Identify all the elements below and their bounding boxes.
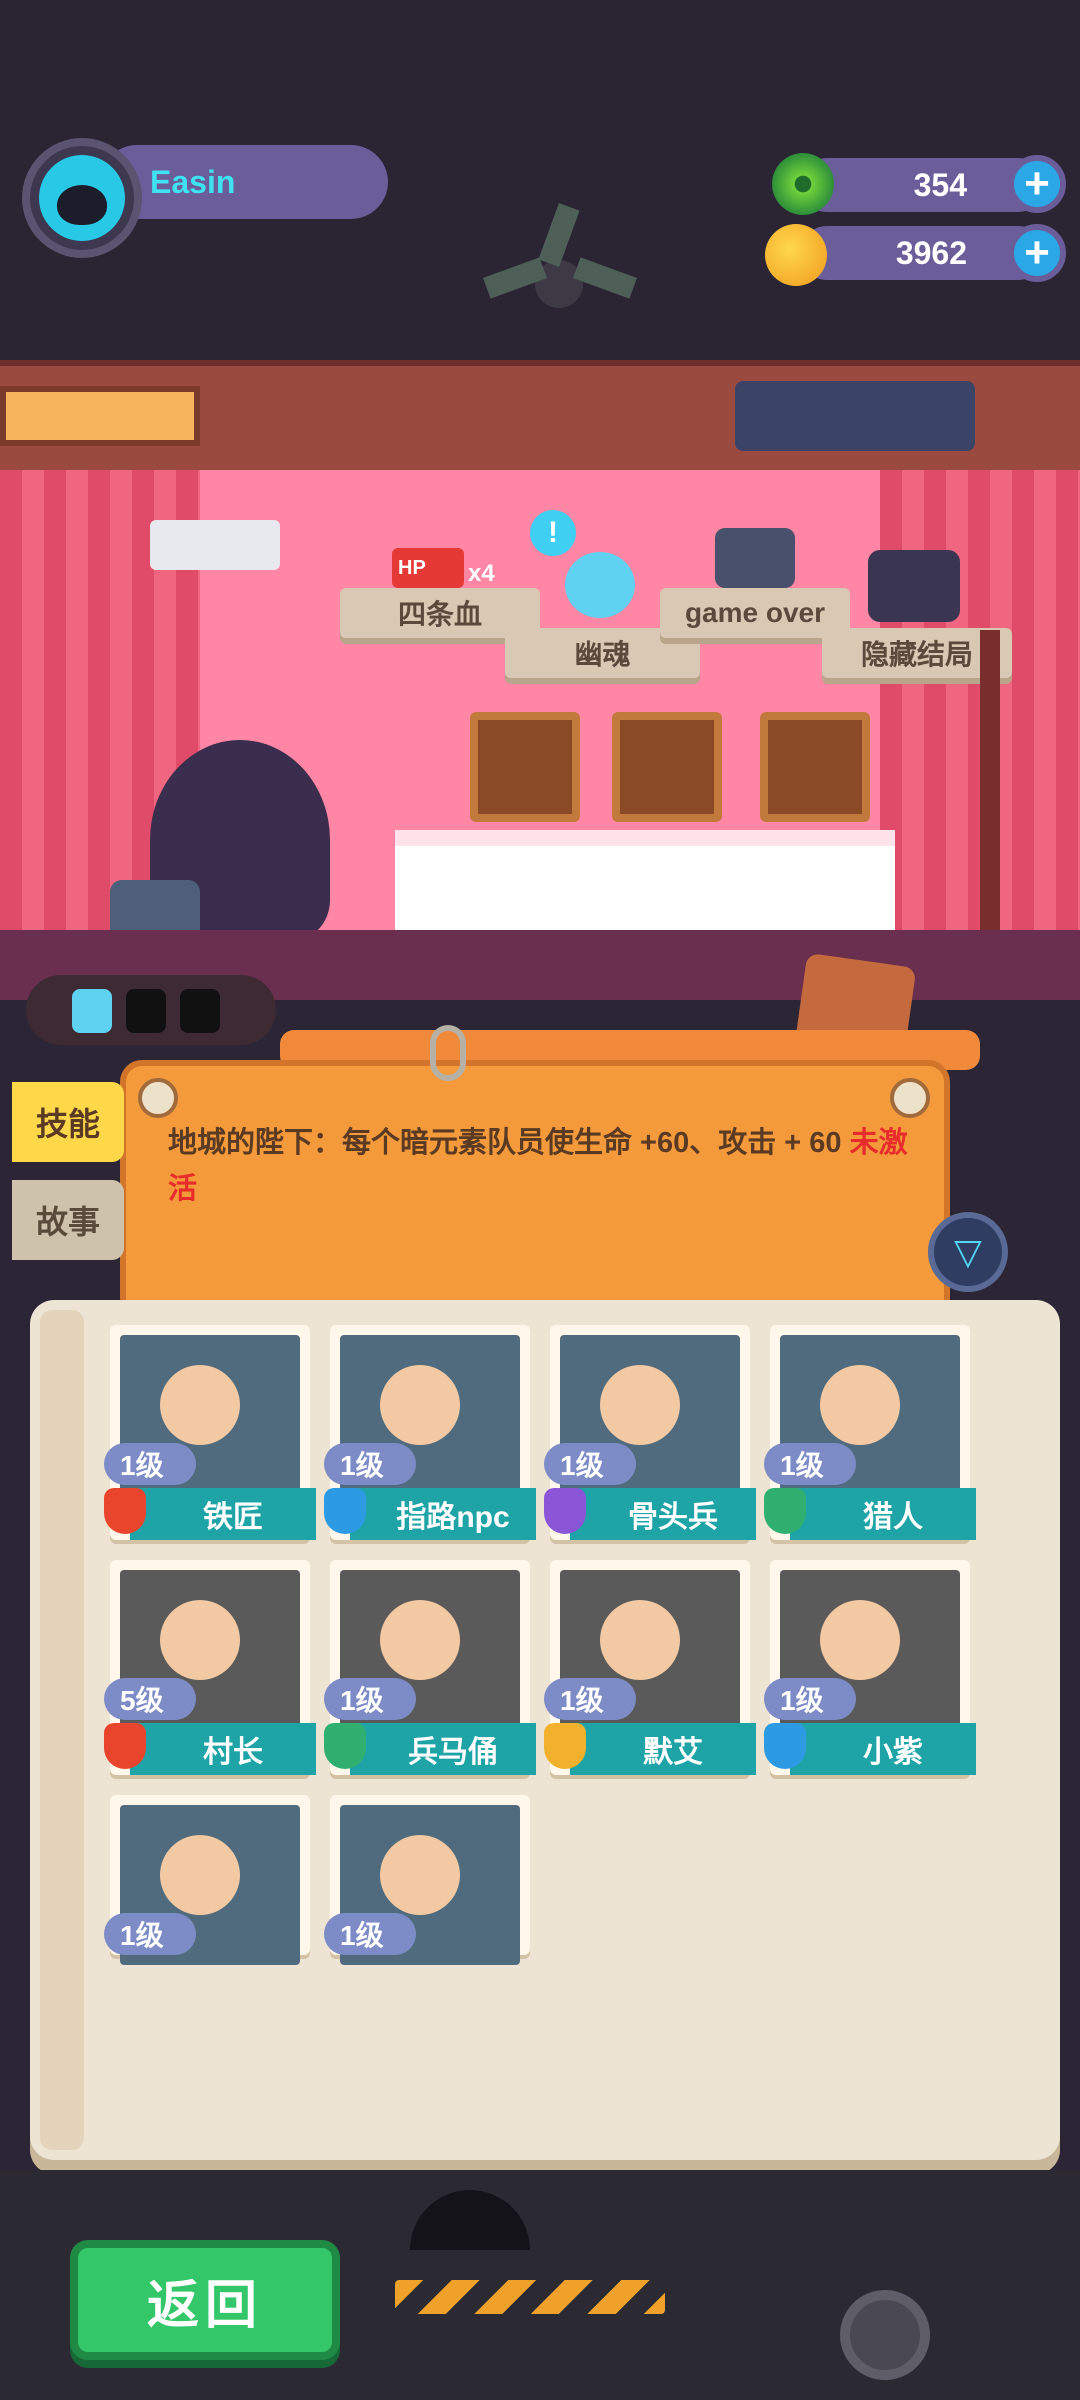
character-grid: 1级 铁匠 1级 指路npc 1级 骨头兵 1级 猎人 5级 村长 1级 兵马俑 1级 默艾 1级 小紫 1级 1… <box>104 1325 990 1965</box>
level-badge: 1级 <box>104 1443 196 1485</box>
character-card[interactable]: 1级 <box>324 1795 530 1965</box>
level-badge: 1级 <box>764 1443 856 1485</box>
character-name: 猎人 <box>790 1488 976 1540</box>
level-badge: 1级 <box>324 1443 416 1485</box>
book-spine <box>40 1310 84 2150</box>
tv-tombstone-icon <box>715 528 795 588</box>
gem-value: 354 <box>913 166 967 203</box>
planet-coin-icon <box>765 224 827 286</box>
character-name: 指路npc <box>350 1488 536 1540</box>
element-shield-icon <box>764 1488 806 1534</box>
blurred-text <box>220 2010 980 2050</box>
coin-value: 3962 <box>895 234 967 271</box>
hp-battery-icon: HP <box>392 548 464 588</box>
character-face <box>820 1600 900 1680</box>
coat-stand <box>980 630 1000 960</box>
character-card[interactable]: 1级 铁匠 <box>104 1325 316 1540</box>
character-name: 铁匠 <box>130 1488 316 1540</box>
energy-slots <box>26 975 276 1045</box>
paper-clip-icon <box>430 1025 466 1081</box>
gear-decoration-icon <box>840 2290 930 2380</box>
projector-icon <box>150 520 280 570</box>
portrait-frame-1 <box>470 712 580 822</box>
hp-multiplier: x4 <box>468 560 495 587</box>
player-avatar[interactable] <box>22 138 142 258</box>
add-coins-button[interactable]: + <box>1008 224 1066 282</box>
pin-left <box>138 1078 178 1118</box>
cat-avatar-icon <box>39 155 125 241</box>
green-donut-coin-icon <box>772 153 834 215</box>
character-face <box>160 1835 240 1915</box>
ghost-skull-icon <box>565 552 635 618</box>
character-name: 兵马俑 <box>350 1723 536 1775</box>
character-card[interactable]: 1级 <box>104 1795 310 1965</box>
portrait-frame-2 <box>612 712 722 822</box>
element-shield-icon <box>544 1488 586 1534</box>
alert-icon: ! <box>530 510 576 556</box>
add-gems-button[interactable]: + <box>1008 155 1066 213</box>
skill-text: 地城的陛下：每个暗元素队员使生命 +60、攻击 + 60 <box>168 1127 842 1159</box>
character-face <box>600 1365 680 1445</box>
fan-decoration <box>480 203 640 355</box>
element-shield-icon <box>104 1488 146 1534</box>
level-badge: 1级 <box>104 1913 196 1955</box>
character-card[interactable]: 1级 指路npc <box>324 1325 536 1540</box>
tab-story[interactable]: 故事 <box>12 1180 124 1260</box>
level-badge: 1级 <box>544 1443 636 1485</box>
element-shield-icon <box>324 1488 366 1534</box>
level-badge: 1级 <box>324 1913 416 1955</box>
character-face <box>160 1365 240 1445</box>
sign-game-over[interactable]: game over <box>660 588 850 638</box>
element-shield-icon <box>544 1723 586 1769</box>
level-badge: 1级 <box>544 1678 636 1720</box>
energy-icon <box>72 989 112 1033</box>
skill-description: 地城的陛下：每个暗元素队员使生命 +60、攻击 + 60 未激活 <box>168 1120 908 1212</box>
player-name[interactable]: Easin <box>100 145 388 219</box>
level-badge: 5级 <box>104 1678 196 1720</box>
character-card[interactable]: 1级 默艾 <box>544 1560 756 1775</box>
character-name: 小紫 <box>790 1723 976 1775</box>
portrait-frame-3 <box>760 712 870 822</box>
element-shield-icon <box>324 1723 366 1769</box>
character-card[interactable]: 1级 小紫 <box>764 1560 976 1775</box>
tab-skill[interactable]: 技能 <box>12 1082 124 1162</box>
level-badge: 1级 <box>764 1678 856 1720</box>
character-face <box>820 1365 900 1445</box>
character-name: 骨头兵 <box>570 1488 756 1540</box>
character-face <box>600 1600 680 1680</box>
filter-button[interactable]: ▽ <box>928 1212 1008 1292</box>
element-shield-icon <box>104 1723 146 1769</box>
character-card[interactable]: 1级 兵马俑 <box>324 1560 536 1775</box>
filter-icon: ▽ <box>954 1231 982 1272</box>
character-name: 村长 <box>130 1723 316 1775</box>
level-badge: 1级 <box>324 1678 416 1720</box>
character-face <box>160 1600 240 1680</box>
element-shield-icon <box>764 1723 806 1769</box>
character-card[interactable]: 5级 村长 <box>104 1560 316 1775</box>
pin-right <box>890 1078 930 1118</box>
top-shelf <box>0 360 1080 486</box>
character-face <box>380 1835 460 1915</box>
character-card[interactable]: 1级 骨头兵 <box>544 1325 756 1540</box>
back-button[interactable]: 返回 <box>70 2240 340 2360</box>
character-face <box>380 1365 460 1445</box>
tv-hidden-icon <box>868 550 960 622</box>
character-face <box>380 1600 460 1680</box>
character-card[interactable]: 1级 猎人 <box>764 1325 976 1540</box>
character-name: 默艾 <box>570 1723 756 1775</box>
hazard-stripe <box>395 2280 665 2314</box>
